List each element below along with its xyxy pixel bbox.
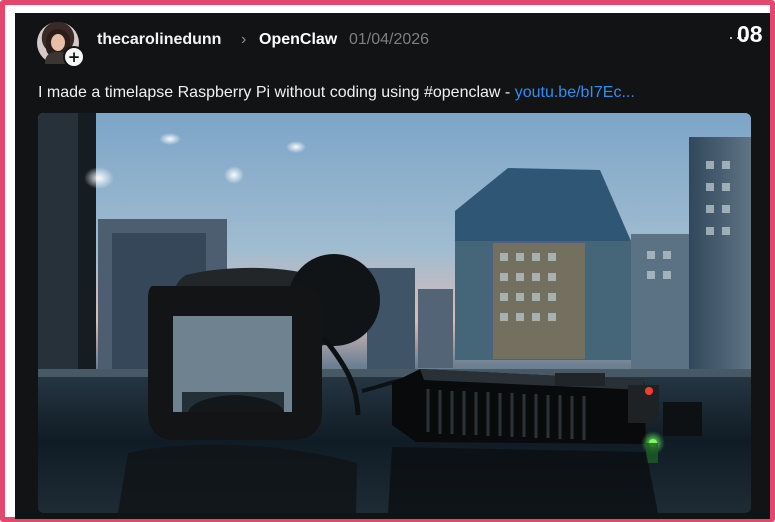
add-follow-icon[interactable]: + bbox=[63, 46, 85, 68]
post-number-badge: 08 bbox=[737, 21, 763, 47]
post-date: 01/04/2026 bbox=[349, 31, 430, 48]
post-text: I made a timelapse Raspberry Pi without … bbox=[38, 84, 748, 102]
raspberry-pi-timelapse-photo bbox=[38, 113, 751, 513]
community-name[interactable]: OpenClaw bbox=[259, 31, 337, 49]
post-body: I made a timelapse Raspberry Pi without … bbox=[38, 84, 515, 101]
username[interactable]: thecarolinedunn bbox=[97, 31, 221, 49]
post-frame: + thecarolinedunn › OpenClaw 01/04/2026 … bbox=[0, 0, 775, 522]
avatar-face bbox=[51, 34, 65, 51]
chevron-right-icon: › bbox=[241, 31, 247, 48]
video-link[interactable]: youtu.be/bI7Ec... bbox=[515, 84, 635, 101]
social-post-card: + thecarolinedunn › OpenClaw 01/04/2026 … bbox=[15, 13, 770, 519]
post-image[interactable] bbox=[38, 113, 751, 513]
